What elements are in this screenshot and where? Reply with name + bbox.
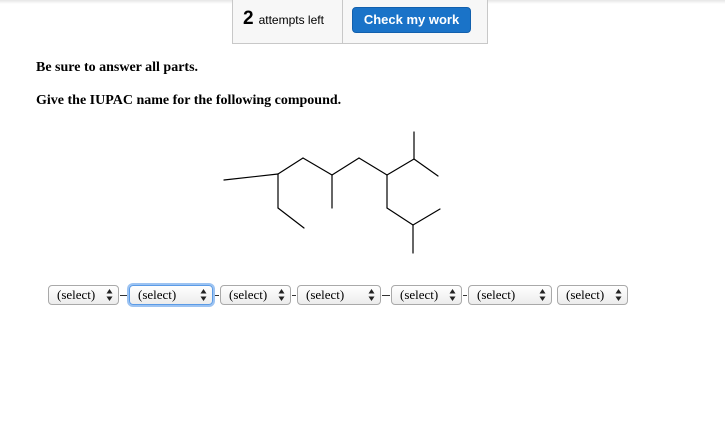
select-part-2[interactable]: (select) [129,285,213,305]
select-part-3-value: (select) [229,287,268,302]
separator-dash [463,294,467,296]
select-part-6[interactable]: (select) [468,285,552,305]
skeletal-structure-image [223,131,441,254]
question-text: Give the IUPAC name for the following co… [36,93,342,108]
select-part-1-value: (select) [57,287,96,302]
check-my-work-button[interactable]: Check my work [352,7,471,33]
separator-dash [214,294,219,296]
instruction-text: Be sure to answer all parts. [36,60,199,75]
select-part-4-value: (select) [306,287,345,302]
attempts-indicator: 2 attempts left [243,8,324,32]
select-part-7[interactable]: (select) [557,285,628,305]
select-part-1[interactable]: (select) [48,285,119,305]
select-arrows-icon [539,289,546,301]
select-arrows-icon [278,289,285,301]
separator-dash [292,294,296,296]
select-part-6-value: (select) [477,287,516,302]
toolbar-divider [342,0,343,44]
select-arrows-icon [449,289,456,301]
select-arrows-icon [368,289,375,301]
select-part-4[interactable]: (select) [297,285,381,305]
select-part-5-value: (select) [400,287,439,302]
select-part-7-value: (select) [566,287,605,302]
separator-dash [382,294,390,296]
select-arrows-icon [200,289,207,301]
iupac-name-builder: (select) (select) (select) (select) (sel… [48,283,628,307]
attempts-count: 2 [243,8,254,29]
select-part-5[interactable]: (select) [391,285,462,305]
attempts-text: attempts left [258,13,324,27]
separator-dash [120,294,128,296]
select-part-2-value: (select) [138,287,177,302]
select-arrows-icon [106,289,113,301]
select-arrows-icon [615,289,622,301]
attempts-toolbar: 2 attempts left Check my work [232,0,488,44]
select-part-3[interactable]: (select) [220,285,291,305]
